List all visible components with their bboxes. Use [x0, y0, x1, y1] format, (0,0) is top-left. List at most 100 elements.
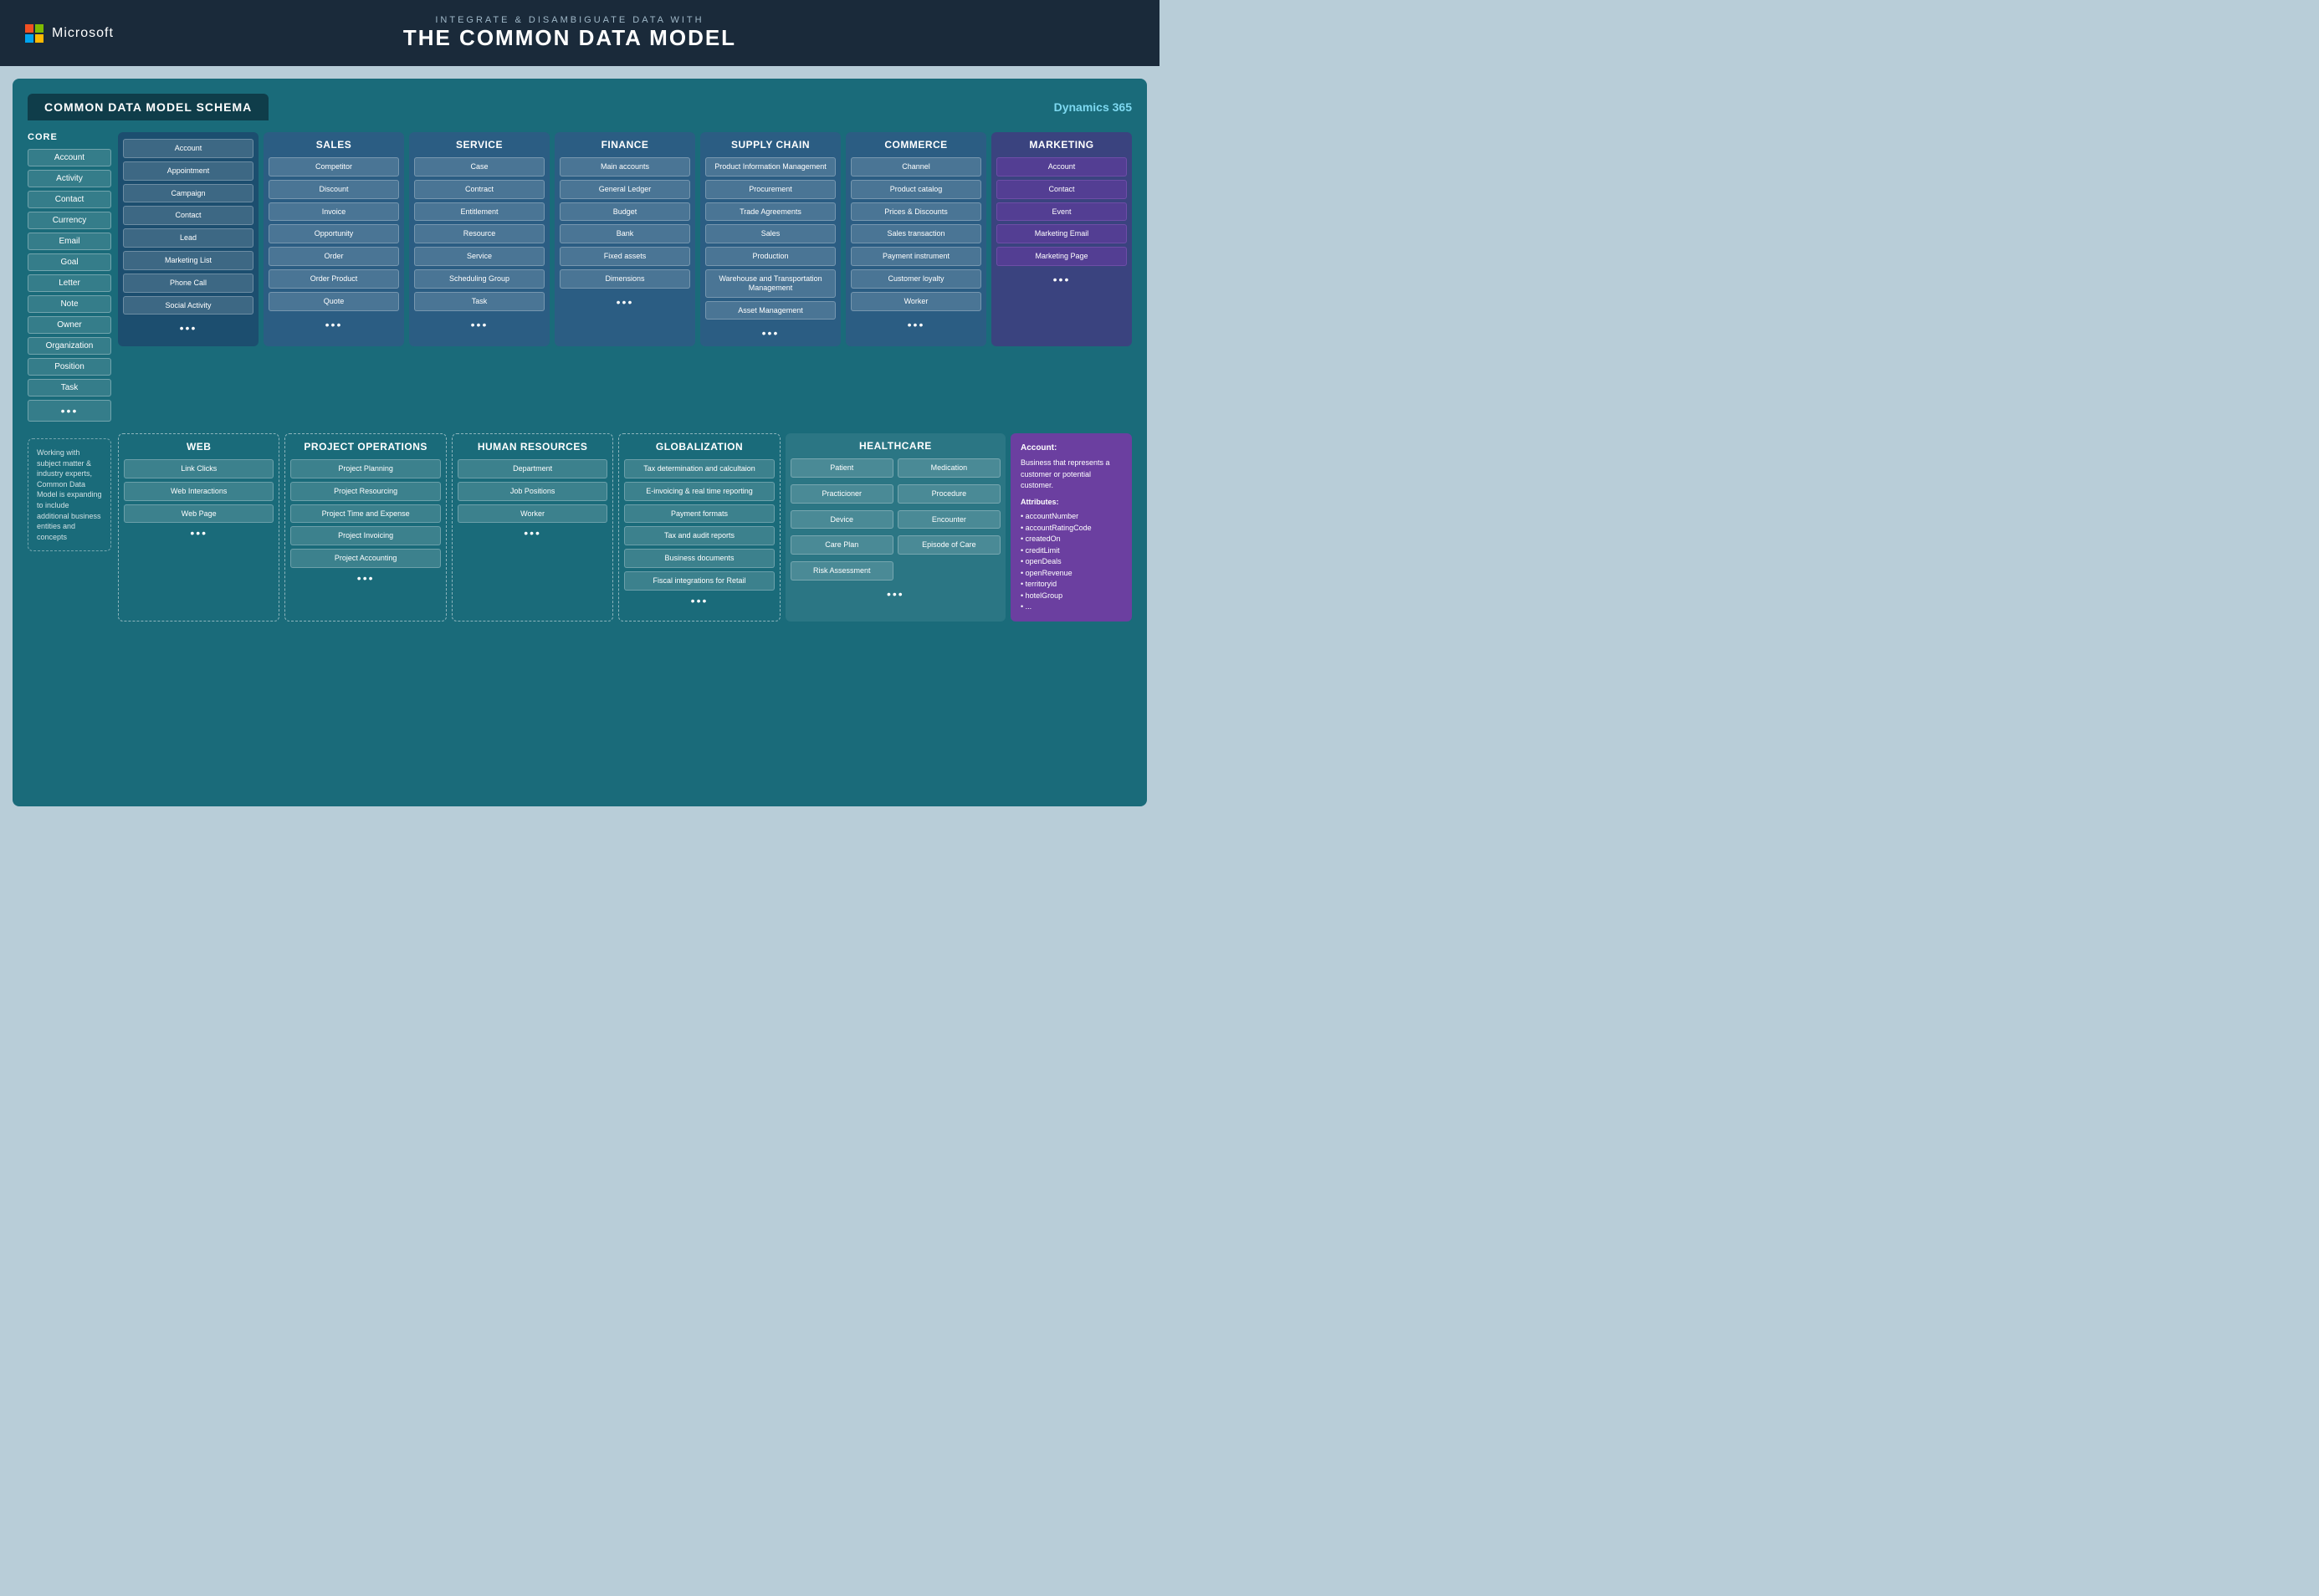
expanding-text-area: Working with subject matter & industry e… — [28, 433, 111, 551]
list-item: Budget — [560, 202, 690, 222]
list-item: Department — [458, 459, 607, 478]
list-item: openRevenue — [1021, 568, 1122, 580]
account-info-box: Account: Business that represents a cust… — [1011, 433, 1132, 622]
list-item: Case — [414, 157, 545, 176]
list-item: createdOn — [1021, 534, 1122, 545]
list-item: Currency — [28, 212, 111, 229]
list-item: Procedure — [898, 484, 1001, 504]
list-item: accountNumber — [1021, 511, 1122, 523]
list-item: Goal — [28, 253, 111, 271]
list-item: Payment instrument — [851, 247, 981, 266]
human-resources-column: HUMAN RESOURCES Department Job Positions… — [452, 433, 613, 622]
list-item: Prices & Discounts — [851, 202, 981, 222]
account-info-attributes-label: Attributes: — [1021, 497, 1122, 509]
list-item: Email — [28, 233, 111, 250]
list-item: Customer loyalty — [851, 269, 981, 289]
list-item: Marketing Page — [996, 247, 1127, 266]
list-item: Letter — [28, 274, 111, 292]
list-item: Worker — [851, 292, 981, 311]
service-column: SERVICE Case Contract Entitlement Resour… — [409, 132, 550, 346]
schema-title: COMMON DATA MODEL SCHEMA — [28, 94, 269, 120]
list-item: Asset Management — [705, 301, 836, 320]
marketing-column: MARKETING Account Contact Event Marketin… — [991, 132, 1132, 346]
list-item: Project Planning — [290, 459, 440, 478]
more-items: ••• — [458, 526, 607, 540]
supply-chain-column: SUPPLY CHAIN Product Information Managem… — [700, 132, 841, 346]
list-item: Web Interactions — [124, 482, 274, 501]
list-item: Social Activity — [123, 296, 253, 315]
list-item: Quote — [269, 292, 399, 311]
list-item: Entitlement — [414, 202, 545, 222]
sales-column: SALES Competitor Discount Invoice Opport… — [264, 132, 404, 346]
list-item: Owner — [28, 316, 111, 334]
list-item: Encounter — [898, 510, 1001, 529]
list-item: Lead — [123, 228, 253, 248]
list-item: Payment formats — [624, 504, 774, 524]
list-item: Production — [705, 247, 836, 266]
healthcare-inner: Patient Practicioner Device Care Plan Ri… — [791, 458, 1001, 584]
list-item: Contract — [414, 180, 545, 199]
list-item: Contact — [123, 206, 253, 225]
schema-header: COMMON DATA MODEL SCHEMA Dynamics 365 — [28, 94, 1132, 120]
list-item: Bank — [560, 224, 690, 243]
project-operations-column: PROJECT OPERATIONS Project Planning Proj… — [284, 433, 446, 622]
more-items: ••• — [996, 273, 1127, 286]
list-item: Contact — [28, 191, 111, 208]
list-item: Note — [28, 295, 111, 313]
account-info-title: Account: — [1021, 442, 1122, 454]
list-item: Risk Assessment — [791, 561, 893, 581]
header-title-area: INTEGRATE & DISAMBIGUATE DATA WITH THE C… — [131, 15, 1009, 51]
list-item: Link Clicks — [124, 459, 274, 478]
list-item: Medication — [898, 458, 1001, 478]
list-item: Business documents — [624, 549, 774, 568]
list-item: Account — [123, 139, 253, 158]
list-item: Discount — [269, 180, 399, 199]
list-item: Order — [269, 247, 399, 266]
brand-name: Microsoft — [52, 26, 114, 41]
account-info-description: Business that represents a customer or p… — [1021, 458, 1122, 492]
list-item: Invoice — [269, 202, 399, 222]
list-item: Practicioner — [791, 484, 893, 504]
header-subtitle: INTEGRATE & DISAMBIGUATE DATA WITH — [131, 15, 1009, 25]
list-item: Opportunity — [269, 224, 399, 243]
dynamics-label: Dynamics 365 — [1054, 100, 1132, 114]
core-label: CORE — [28, 132, 111, 142]
list-item: Patient — [791, 458, 893, 478]
list-item: creditLimit — [1021, 545, 1122, 557]
list-item: Sales — [705, 224, 836, 243]
header: Microsoft INTEGRATE & DISAMBIGUATE DATA … — [0, 0, 1160, 66]
logo-area: Microsoft — [25, 24, 114, 43]
list-item: openDeals — [1021, 556, 1122, 568]
list-item: Web Page — [124, 504, 274, 524]
more-items: ••• — [123, 321, 253, 335]
list-item: Account — [996, 157, 1127, 176]
module-header-marketing: MARKETING — [996, 139, 1127, 151]
module-header-sales: SALES — [269, 139, 399, 151]
list-item: Tax and audit reports — [624, 526, 774, 545]
commerce-column: COMMERCE Channel Product catalog Prices … — [846, 132, 986, 346]
more-items: ••• — [705, 326, 836, 340]
list-item: General Ledger — [560, 180, 690, 199]
common-column: Account Appointment Campaign Contact Lea… — [118, 132, 259, 346]
list-item: Trade Agreements — [705, 202, 836, 222]
list-item: Marketing List — [123, 251, 253, 270]
core-column: CORE Account Activity Contact Currency E… — [28, 132, 111, 425]
list-item: Worker — [458, 504, 607, 524]
list-item: Event — [996, 202, 1127, 222]
list-item: Main accounts — [560, 157, 690, 176]
list-item: ... — [1021, 601, 1122, 613]
core-items: Account Activity Contact Currency Email … — [28, 149, 111, 422]
list-item: Activity — [28, 170, 111, 187]
list-item: Order Product — [269, 269, 399, 289]
list-item: Product catalog — [851, 180, 981, 199]
top-row: CORE Account Activity Contact Currency E… — [28, 132, 1132, 425]
more-items: ••• — [124, 526, 274, 540]
bottom-row: Working with subject matter & industry e… — [28, 433, 1132, 622]
list-item: Project Invoicing — [290, 526, 440, 545]
list-item: Position — [28, 358, 111, 376]
list-item: E-invoicing & real time reporting — [624, 482, 774, 501]
list-item: Account — [28, 149, 111, 166]
account-info-attributes: accountNumber accountRatingCode createdO… — [1021, 511, 1122, 613]
expanding-text: Working with subject matter & industry e… — [28, 438, 111, 551]
more-items: ••• — [414, 318, 545, 331]
